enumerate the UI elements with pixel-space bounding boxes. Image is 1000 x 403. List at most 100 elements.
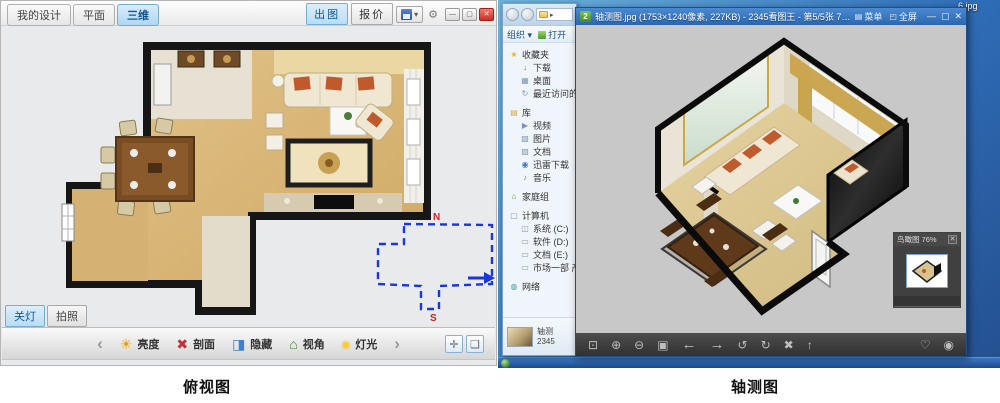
- sidebar-item[interactable]: ▦ 桌面: [505, 74, 576, 87]
- viewer-tool-button[interactable]: ↑: [807, 339, 813, 351]
- gear-icon[interactable]: ⚙: [426, 8, 440, 21]
- sidebar-item-icon: ★: [509, 50, 519, 59]
- toolbar-prev-arrow[interactable]: ‹: [97, 335, 103, 352]
- dining-floor: [72, 189, 148, 281]
- render-tool-item[interactable]: ◨ 隐藏: [232, 336, 272, 352]
- address-bar[interactable]: ▸: [536, 8, 573, 21]
- toolbar-next-arrow[interactable]: ›: [394, 335, 400, 352]
- close-button[interactable]: ✕: [954, 11, 962, 22]
- sidebar-item[interactable]: ◉ 迅雷下载: [505, 158, 576, 171]
- sidebar-item[interactable]: ★ 收藏夹: [505, 48, 576, 61]
- sidebar-item[interactable]: ▭ 市场一部 产: [505, 261, 576, 274]
- caption-top-view: 俯视图: [183, 376, 231, 397]
- sidebar-item-icon: ⌂: [509, 192, 519, 201]
- right-curtains: [404, 69, 424, 203]
- render-tool-item[interactable]: ● 灯光: [342, 336, 377, 352]
- design-mode-tab[interactable]: 平面: [73, 4, 115, 26]
- explorer-sidebar: ★ 收藏夹 ↓ 下载 ▦ 桌面 ↻ 最近访问的: [503, 43, 576, 311]
- canvas-nav-buttons: ✛ ❏: [445, 335, 484, 353]
- sidebar-item-label: 最近访问的位置: [533, 87, 576, 100]
- minimize-button[interactable]: —: [445, 8, 460, 21]
- viewer-tool-button[interactable]: ✖: [784, 339, 794, 351]
- viewer-title: 轴测图.jpg (1753×1240像素, 227KB) - 2345看图王 -…: [595, 10, 851, 23]
- sidebar-item[interactable]: ▢ 计算机: [505, 209, 576, 222]
- sidebar-item[interactable]: ⌂ 家庭组: [505, 190, 576, 203]
- viewer-tool-button[interactable]: ↺: [738, 339, 748, 351]
- viewer-tool-button[interactable]: ◉: [944, 339, 954, 351]
- sidebar-item[interactable]: ↓ 下载: [505, 61, 576, 74]
- design-mode-tab[interactable]: 我的设计: [7, 4, 71, 26]
- forward-button[interactable]: [521, 8, 534, 21]
- sidebar-item-icon: ◍: [509, 282, 519, 291]
- organize-menu[interactable]: 组织 ▾: [507, 28, 532, 41]
- chevron-down-icon: ▾: [528, 30, 533, 40]
- dining-table: [116, 137, 194, 201]
- sidebar-item[interactable]: ▶ 视频: [505, 119, 576, 132]
- viewer-tool-button[interactable]: ⊕: [611, 339, 621, 351]
- viewer-canvas[interactable]: 鸟瞰图 76% ✕: [576, 25, 966, 333]
- open-app-icon: [538, 31, 546, 39]
- sidebar-item[interactable]: ▧ 图片: [505, 132, 576, 145]
- minimize-button[interactable]: —: [927, 11, 936, 22]
- render-tool-item[interactable]: ☀ 亮度: [120, 336, 160, 352]
- floppy-icon: [401, 9, 412, 20]
- explorer-status-bar: 轴测 2345: [503, 317, 576, 355]
- viewer-tool-button[interactable]: ▣: [657, 339, 668, 351]
- sidebar-item-label: 网络: [522, 280, 540, 293]
- sidebar-item-label: 桌面: [533, 74, 551, 87]
- frame-view-button[interactable]: ❏: [466, 335, 484, 353]
- save-button[interactable]: ▾: [396, 6, 423, 23]
- viewer-tool-button[interactable]: ⊡: [588, 339, 598, 351]
- sidebar-item[interactable]: ▤ 库: [505, 106, 576, 119]
- sidebar-item[interactable]: ◫ 系统 (C:): [505, 222, 576, 235]
- tool-icon: ◨: [232, 337, 245, 351]
- sidebar-item[interactable]: ▭ 软件 (D:): [505, 235, 576, 248]
- maximize-button[interactable]: ▢: [941, 11, 950, 22]
- start-button[interactable]: [501, 359, 510, 368]
- close-button[interactable]: ✕: [479, 8, 494, 21]
- design-app-topbar: 我的设计平面三维 出图 报价 ▾ ⚙ — ▢ ✕: [1, 1, 496, 26]
- back-button[interactable]: [506, 8, 519, 21]
- menu-button[interactable]: ▤ 菜单: [855, 10, 883, 23]
- viewer-tool-button[interactable]: ↻: [761, 339, 771, 351]
- sidebar-item[interactable]: ▭ 文档 (E:): [505, 248, 576, 261]
- rug: [288, 141, 370, 185]
- sidebar-item-label: 市场一部 产: [533, 261, 576, 274]
- render-view-tab[interactable]: 关灯: [5, 305, 45, 327]
- quote-button[interactable]: 报价: [351, 3, 393, 25]
- open-button[interactable]: 打开: [538, 28, 566, 41]
- viewer-tool-button[interactable]: ♡: [920, 339, 931, 351]
- sidebar-item[interactable]: ◍ 网络: [505, 280, 576, 293]
- render-tool-item[interactable]: ⌂ 视角: [289, 336, 324, 352]
- sidebar-item-icon: ↻: [520, 89, 530, 98]
- export-image-button[interactable]: 出图: [306, 3, 348, 25]
- render-view-tab[interactable]: 拍照: [47, 305, 87, 327]
- pan-hand-button[interactable]: ✛: [445, 335, 463, 353]
- navigator-close-icon[interactable]: ✕: [948, 235, 957, 244]
- taskbar[interactable]: [498, 357, 1000, 368]
- viewer-tool-button[interactable]: ⊖: [634, 339, 644, 351]
- restore-button[interactable]: ▢: [462, 8, 477, 21]
- viewer-tool-button[interactable]: ←: [682, 337, 697, 352]
- viewer-app-icon: 2: [580, 11, 591, 22]
- chevron-down-icon: ▾: [414, 10, 418, 19]
- viewer-tool-button[interactable]: →: [710, 337, 725, 352]
- upper-door: [154, 64, 171, 105]
- status-file-meta: 2345: [537, 337, 555, 347]
- fullscreen-button[interactable]: ◰ 全屏: [889, 10, 917, 23]
- navigator-thumbnail[interactable]: [906, 254, 948, 288]
- render-tool-item[interactable]: ✖ 剖面: [176, 336, 215, 352]
- viewer-window-buttons: — ▢ ✕: [927, 11, 962, 22]
- viewer-titlebar[interactable]: 2 轴测图.jpg (1753×1240像素, 227KB) - 2345看图王…: [576, 8, 966, 25]
- sidebar-item[interactable]: ♪ 音乐: [505, 171, 576, 184]
- sidebar-item[interactable]: ▨ 文档: [505, 145, 576, 158]
- tool-label: 亮度: [137, 336, 159, 352]
- design-mode-tab[interactable]: 三维: [117, 4, 159, 26]
- tool-icon: ⌂: [289, 337, 297, 351]
- sidebar-item[interactable]: ↻ 最近访问的位置: [505, 87, 576, 100]
- viewer-toolbar: ⊡ ⊕ ⊖ ▣ ← → ↺ ↻ ✖ ↑ ♡ ◉: [576, 333, 966, 356]
- status-file-name: 轴测: [537, 327, 555, 337]
- design-app-tabs: 我的设计平面三维: [7, 4, 159, 26]
- window-controls: — ▢ ✕: [445, 8, 494, 21]
- design-canvas[interactable]: N S: [2, 26, 495, 325]
